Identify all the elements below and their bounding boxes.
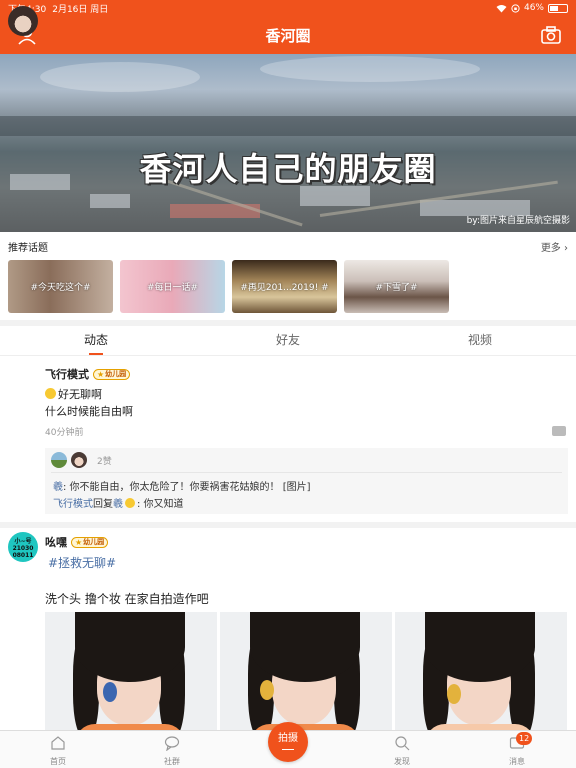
- search-icon: [395, 736, 410, 751]
- status-bar: 下午4:30 2月16日 周日 46%: [0, 0, 576, 16]
- photo-grid: [45, 612, 567, 737]
- badge-label: 幼儿园: [105, 369, 127, 378]
- topic-card[interactable]: #今天吃这个#: [8, 260, 113, 313]
- topic-card[interactable]: #每日一话#: [120, 260, 225, 313]
- banner-cloud: [260, 56, 480, 82]
- page-title: 香河圈: [265, 26, 311, 45]
- tabbar-discover[interactable]: 发现: [382, 735, 422, 767]
- badge-star-icon: ★: [75, 537, 83, 547]
- topic-label: #每日一话#: [146, 283, 199, 293]
- tabbar-label: 首页: [50, 757, 66, 766]
- topics-title: 推荐话题: [8, 242, 48, 254]
- comment-icon[interactable]: [552, 426, 566, 436]
- topic-label: #今天吃这个#: [30, 283, 91, 293]
- post-hashtag[interactable]: #拯救无聊#: [48, 554, 116, 571]
- post-text-line: 好无聊啊: [45, 386, 102, 402]
- photo-bangs: [75, 612, 185, 682]
- battery-icon: [548, 3, 568, 13]
- comment-box: 2赞 羲: 你不能自由，你太危险了！你要祸害花姑娘的！ [图片] 飞行模式回复羲…: [45, 448, 568, 514]
- shoot-label: 拍摄: [278, 733, 298, 744]
- orientation-lock-icon: [511, 3, 520, 13]
- post-text-line: 什么时候能自由啊: [45, 405, 133, 418]
- tab-video[interactable]: 视频: [384, 326, 576, 355]
- photo-earring: [447, 684, 461, 704]
- feed-tabs: 动态 好友 视频: [0, 326, 576, 356]
- wifi-icon: [496, 4, 507, 12]
- tabbar-label: 消息: [509, 757, 525, 766]
- shoot-underline: [282, 749, 294, 750]
- messages-badge: 12: [516, 732, 533, 745]
- comment-text: : 你不能自由，你太危险了！你要祸害花姑娘的！ [图片]: [63, 482, 311, 493]
- photo-bangs: [250, 612, 360, 682]
- liker-avatar[interactable]: [51, 452, 67, 468]
- photo-earring: [103, 682, 117, 702]
- topics-more-link[interactable]: 更多 ›: [541, 239, 568, 254]
- status-date: 2月16日 周日: [52, 4, 109, 15]
- comment-author[interactable]: 飞行模式: [53, 499, 93, 510]
- tab-dynamic[interactable]: 动态: [0, 326, 192, 355]
- comment-reply[interactable]: 飞行模式回复羲 : 你又知道: [53, 495, 184, 510]
- likes-row: 2赞: [51, 451, 112, 469]
- comment[interactable]: 羲: 你不能自由，你太危险了！你要祸害花姑娘的！ [图片]: [53, 478, 311, 493]
- tabbar-label: 发现: [394, 757, 410, 766]
- liker-avatar[interactable]: [71, 452, 87, 468]
- comment-divider: [51, 472, 562, 473]
- nav-bar: 香河圈: [0, 16, 576, 54]
- level-badge: ★ 幼儿园: [71, 536, 109, 548]
- tabbar-home[interactable]: 首页: [38, 735, 78, 767]
- post-caption: 洗个头 撸个妆 在家自拍造作吧: [45, 592, 209, 606]
- tab-friends[interactable]: 好友: [192, 326, 384, 355]
- home-icon: [51, 736, 65, 750]
- comment-text: : 你又知道: [137, 499, 184, 510]
- smirk-emoji-icon: [125, 498, 135, 508]
- level-badge: ★ 幼儿园: [93, 368, 131, 380]
- topics-list: #今天吃这个# #每日一话# #再见201...2019! # #下雪了#: [8, 260, 449, 313]
- banner-title: 香河人自己的朋友圈: [139, 150, 437, 188]
- tabbar-label: 社群: [164, 757, 180, 766]
- post-photo[interactable]: [45, 612, 217, 737]
- comment-author[interactable]: 羲: [53, 482, 63, 493]
- likes-count: 2赞: [97, 456, 112, 467]
- avatar[interactable]: [8, 6, 38, 36]
- post-author[interactable]: 飞行模式 ★ 幼儿园: [45, 366, 131, 382]
- post-photo[interactable]: [395, 612, 567, 737]
- banner-skyline: [0, 116, 576, 136]
- battery-percent: 46%: [523, 3, 544, 13]
- camera-icon[interactable]: [540, 24, 562, 46]
- post-time: 40分钟前: [45, 428, 84, 438]
- topic-label: #下雪了#: [375, 283, 418, 293]
- topic-card[interactable]: #再见201...2019! #: [232, 260, 337, 313]
- photo-bangs: [425, 612, 535, 682]
- post-author-name[interactable]: 吆嘿: [45, 534, 67, 550]
- reply-word: 回复: [93, 499, 113, 510]
- sad-emoji-icon: [45, 388, 56, 399]
- shoot-button[interactable]: 拍摄: [268, 722, 308, 762]
- banner-credit: by:图片来自星辰航空摄影: [466, 216, 570, 226]
- chat-icon: [164, 736, 180, 752]
- post-photo[interactable]: [220, 612, 392, 737]
- reply-target[interactable]: 羲: [113, 499, 123, 510]
- banner-building: [90, 194, 130, 208]
- topics-header: 推荐话题 更多 ›: [8, 238, 568, 254]
- banner[interactable]: 香河人自己的朋友圈 by:图片来自星辰航空摄影: [0, 54, 576, 232]
- post-divider: [0, 522, 576, 528]
- banner-cloud: [40, 62, 200, 92]
- post-author-name[interactable]: 飞行模式: [45, 366, 89, 382]
- badge-star-icon: ★: [97, 369, 105, 379]
- topic-card[interactable]: #下雪了#: [344, 260, 449, 313]
- tabbar-community[interactable]: 社群: [152, 735, 192, 767]
- post-text: 好无聊啊: [58, 388, 102, 401]
- avatar[interactable]: 小~号 21030 08011: [8, 532, 38, 562]
- topic-label: #再见201...2019! #: [240, 283, 329, 293]
- badge-label: 幼儿园: [83, 537, 105, 546]
- post-author[interactable]: 吆嘿 ★ 幼儿园: [45, 534, 109, 550]
- photo-earring: [260, 680, 274, 700]
